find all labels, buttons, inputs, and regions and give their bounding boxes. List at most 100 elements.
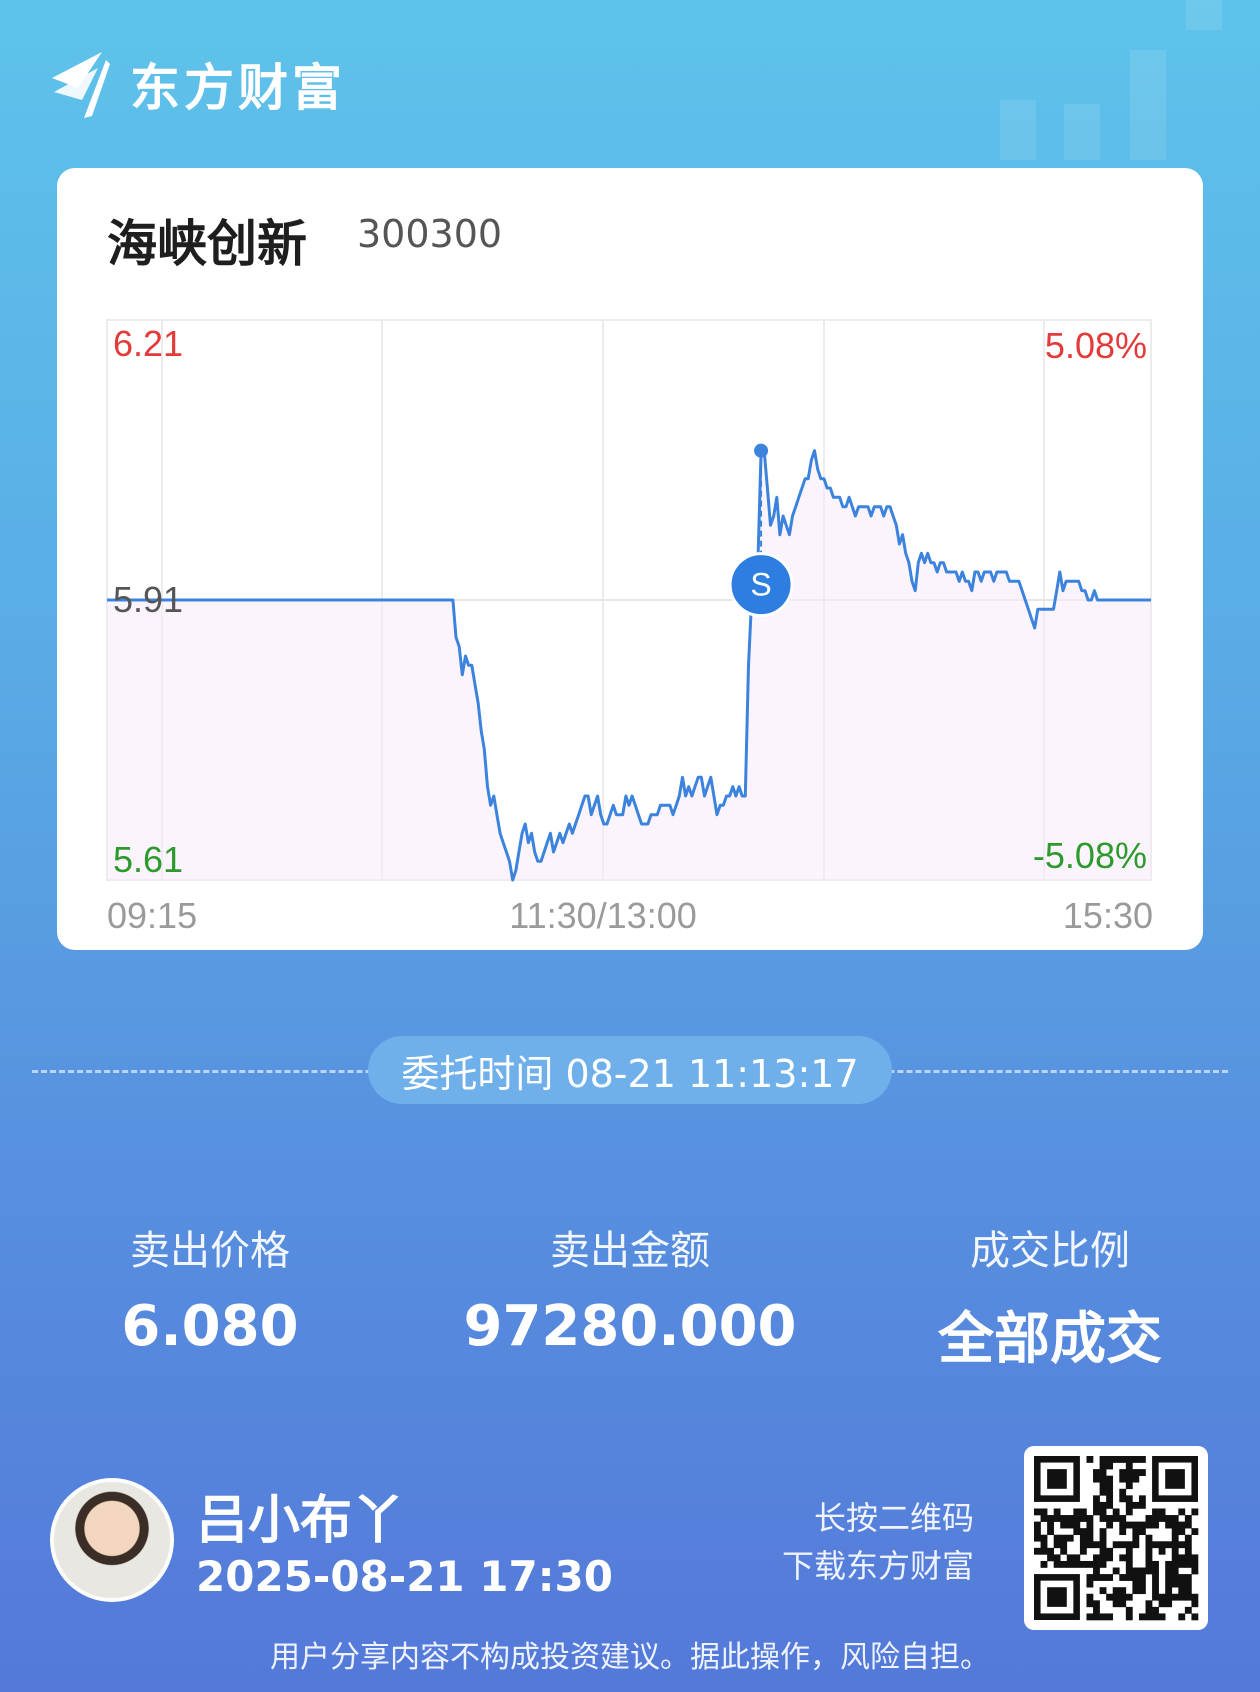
qr-module: [1152, 1606, 1159, 1614]
qr-module: [1145, 1560, 1153, 1568]
qr-module: [1079, 1534, 1087, 1542]
qr-module: [1132, 1580, 1140, 1588]
qr-module: [1138, 1587, 1146, 1595]
qr-module: [1119, 1574, 1127, 1581]
qr-module: [1125, 1508, 1133, 1516]
qr-module: [1119, 1554, 1127, 1562]
stat-sell-price: 卖出价格 6.080: [20, 1218, 400, 1359]
qr-module: [1178, 1554, 1186, 1562]
qr-module: [1079, 1508, 1087, 1516]
qr-module: [1099, 1482, 1107, 1490]
qr-module: [1171, 1560, 1179, 1568]
qr-module: [1034, 1521, 1041, 1529]
stat-label: 卖出价格: [130, 1228, 290, 1274]
qr-module: [1152, 1587, 1159, 1595]
price-axis-bottom: 5.61: [113, 839, 183, 880]
qr-module: [1106, 1554, 1114, 1562]
qr-module: [1093, 1508, 1100, 1516]
qr-module: [1099, 1475, 1107, 1483]
qr-module: [1112, 1456, 1120, 1463]
qr-module: [1073, 1521, 1081, 1529]
qr-module: [1066, 1515, 1074, 1522]
qr-finder-pattern: [1047, 1469, 1067, 1489]
qr-module: [1106, 1593, 1114, 1601]
qr-module: [1119, 1528, 1127, 1536]
qr-module: [1184, 1515, 1192, 1522]
qr-module: [1125, 1560, 1133, 1568]
qr-module: [1145, 1567, 1153, 1575]
qr-module: [1138, 1521, 1146, 1529]
qr-module: [1106, 1475, 1114, 1483]
qr-module: [1066, 1554, 1074, 1562]
qr-module: [1099, 1547, 1107, 1555]
qr-module: [1132, 1534, 1140, 1542]
qr-module: [1060, 1541, 1068, 1549]
qr-module: [1152, 1521, 1159, 1529]
qr-module: [1093, 1574, 1100, 1581]
qr-module: [1132, 1521, 1140, 1529]
qr-module: [1125, 1574, 1133, 1581]
qr-module: [1060, 1560, 1068, 1568]
qr-module: [1184, 1593, 1192, 1601]
qr-module: [1178, 1593, 1186, 1601]
qr-module: [1034, 1508, 1041, 1516]
qr-module: [1138, 1613, 1146, 1621]
qr-module: [1086, 1580, 1094, 1588]
qr-module: [1086, 1560, 1094, 1568]
qr-module: [1040, 1560, 1048, 1568]
qr-module: [1171, 1547, 1179, 1555]
qr-module: [1145, 1521, 1153, 1529]
stat-fill-ratio: 成交比例 全部成交: [860, 1218, 1240, 1375]
qr-module: [1125, 1521, 1133, 1529]
qr-module: [1106, 1547, 1114, 1555]
qr-module: [1191, 1554, 1199, 1562]
qr-module: [1119, 1456, 1127, 1463]
brand-header: 东方财富: [48, 44, 346, 124]
qr-module: [1106, 1501, 1114, 1509]
qr-module: [1079, 1541, 1087, 1549]
qr-module: [1165, 1521, 1173, 1529]
background-candle: [1064, 104, 1100, 160]
qr-module: [1125, 1593, 1133, 1601]
eastmoney-logo-icon: [52, 52, 110, 118]
qr-module: [1152, 1613, 1159, 1621]
qr-module: [1066, 1560, 1074, 1568]
qr-module: [1047, 1547, 1054, 1555]
qr-module: [1145, 1600, 1153, 1608]
qr-module: [1138, 1456, 1146, 1463]
qr-module: [1165, 1574, 1173, 1581]
download-qr-code[interactable]: [1024, 1446, 1208, 1630]
qr-module: [1053, 1508, 1061, 1516]
qr-module: [1099, 1462, 1107, 1470]
qr-module: [1093, 1560, 1100, 1568]
qr-module: [1191, 1560, 1199, 1568]
qr-module: [1060, 1521, 1068, 1529]
qr-module: [1178, 1541, 1186, 1549]
qr-module: [1093, 1501, 1100, 1509]
qr-module: [1158, 1541, 1166, 1549]
qr-module: [1053, 1534, 1061, 1542]
qr-module: [1086, 1574, 1094, 1581]
qr-module: [1093, 1469, 1100, 1476]
qr-module: [1165, 1580, 1173, 1588]
qr-module: [1125, 1554, 1133, 1562]
qr-module: [1138, 1469, 1146, 1476]
user-avatar[interactable]: [50, 1478, 174, 1602]
qr-module: [1112, 1541, 1120, 1549]
qr-module: [1086, 1515, 1094, 1522]
qr-module: [1106, 1613, 1114, 1621]
qr-module: [1132, 1567, 1140, 1575]
qr-module: [1119, 1475, 1127, 1483]
sell-point-dot: [754, 443, 769, 458]
qr-module: [1079, 1515, 1087, 1522]
qr-module: [1138, 1528, 1146, 1536]
qr-module: [1040, 1534, 1048, 1542]
disclaimer: 用户分享内容不构成投资建议。据此操作，风险自担。: [270, 1640, 990, 1675]
qr-module: [1152, 1541, 1159, 1549]
qr-module: [1158, 1515, 1166, 1522]
price-axis-top: 6.21: [113, 323, 183, 364]
qr-module: [1171, 1521, 1179, 1529]
qr-module: [1086, 1528, 1094, 1536]
qr-module: [1119, 1593, 1127, 1601]
qr-module: [1099, 1560, 1107, 1568]
